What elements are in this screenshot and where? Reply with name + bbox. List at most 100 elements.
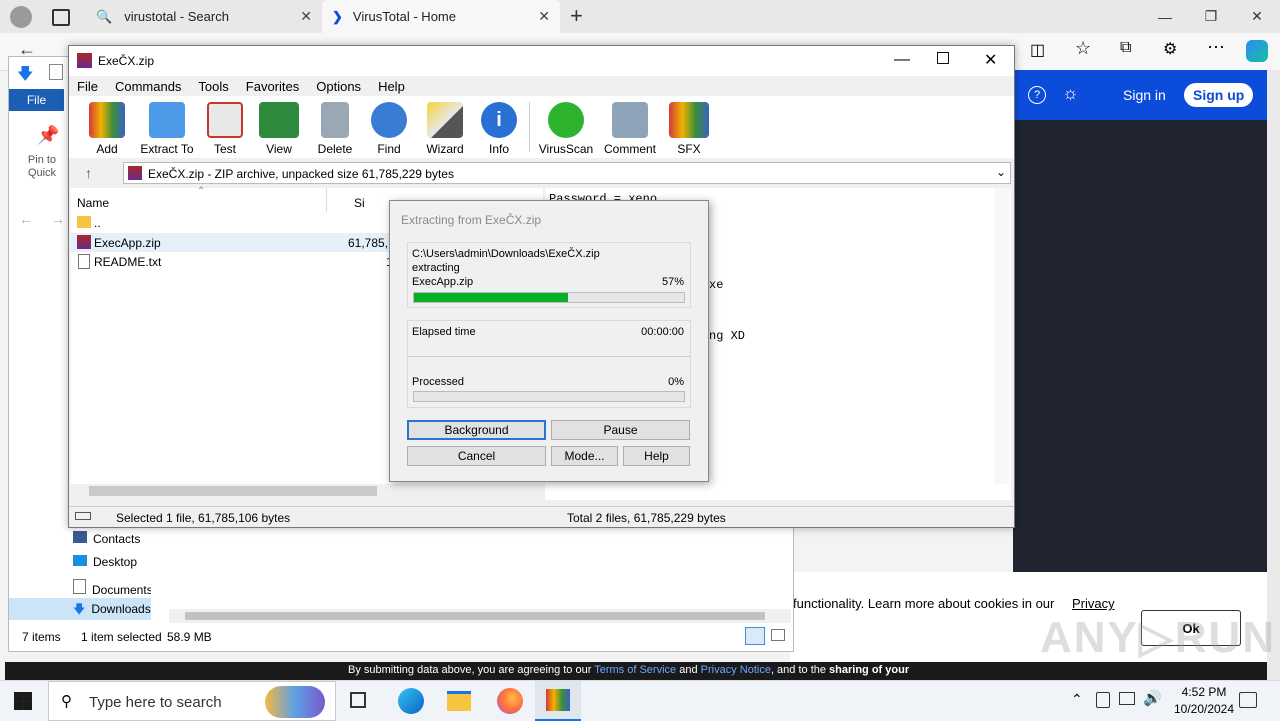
terms-link[interactable]: Terms of Service [594, 664, 676, 676]
properties-icon[interactable] [49, 64, 63, 80]
tool-label: Extract To [140, 142, 194, 156]
clock-time[interactable]: 4:52 PM [1174, 685, 1234, 699]
nav-item-downloads[interactable]: 🡇 Downloads [9, 598, 151, 620]
windows-start-icon[interactable] [14, 692, 32, 710]
desktop-icon [73, 555, 87, 566]
tab-actions-icon[interactable] [52, 9, 70, 26]
background-button[interactable]: Background [407, 420, 546, 440]
sign-up-button[interactable]: Sign up [1184, 83, 1254, 107]
close-icon[interactable]: ✕ [1234, 0, 1280, 33]
pin-label[interactable]: Pin to Quick access [13, 154, 71, 182]
vertical-scrollbar[interactable] [995, 188, 1009, 484]
security-icon[interactable] [1096, 692, 1110, 708]
minimize-icon[interactable]: — [1142, 0, 1188, 33]
forward-icon[interactable]: → [51, 211, 65, 227]
scroll-thumb[interactable] [185, 612, 765, 620]
path-box[interactable]: ExeČX.zip - ZIP archive, unpacked size 6… [123, 162, 1011, 184]
privacy-link[interactable]: Privacy [1072, 596, 1115, 611]
column-name[interactable]: Name [77, 196, 109, 210]
nav-item-contacts[interactable]: Contacts [73, 531, 140, 546]
details-view-icon[interactable] [745, 627, 765, 645]
firefox-icon[interactable] [497, 688, 523, 714]
elapsed-value: 00:00:00 [641, 326, 684, 338]
help-button[interactable]: Help [623, 446, 690, 466]
nav-item-documents[interactable]: Documents [73, 579, 151, 597]
split-screen-icon[interactable]: ◫ [1030, 40, 1045, 60]
up-folder-icon[interactable]: ↑ [85, 165, 92, 181]
maximize-icon[interactable] [937, 52, 949, 64]
horizontal-scrollbar[interactable] [169, 609, 791, 623]
button-label: Help [644, 449, 669, 463]
minimize-icon[interactable]: — [894, 51, 910, 69]
file-tab[interactable]: File [9, 89, 64, 111]
help-icon[interactable]: ? [1028, 86, 1046, 104]
back-icon[interactable]: ← [19, 211, 33, 227]
menu-favorites[interactable]: Favorites [246, 79, 299, 94]
new-tab-button[interactable]: + [570, 3, 583, 29]
close-tab-icon[interactable]: ✕ [300, 8, 312, 25]
menu-tools[interactable]: Tools [198, 79, 228, 94]
scroll-thumb[interactable] [89, 486, 377, 496]
tab-virustotal-home[interactable]: ❯ VirusTotal - Home ✕ [322, 0, 560, 33]
column-size[interactable]: Si [354, 196, 365, 210]
add-button[interactable]: Add [77, 102, 137, 156]
theme-icon[interactable]: ☼ [1062, 83, 1079, 104]
menu-options[interactable]: Options [316, 79, 361, 94]
winrar-taskbar-button[interactable] [535, 681, 581, 721]
search-placeholder: Type here to search [89, 694, 222, 711]
tiles-view-icon[interactable] [771, 629, 785, 641]
processed-percent: 0% [668, 376, 684, 388]
notifications-icon[interactable] [1239, 692, 1257, 708]
file-explorer-icon[interactable] [447, 691, 471, 711]
clock-date[interactable]: 10/20/2024 [1164, 702, 1244, 716]
download-icon[interactable]: 🡇 [17, 63, 33, 90]
scrollbar[interactable] [1267, 70, 1280, 680]
task-view-icon[interactable] [350, 692, 366, 708]
menu-commands[interactable]: Commands [115, 79, 181, 94]
network-icon[interactable] [1119, 692, 1135, 705]
extensions-icon[interactable]: ⚙ [1163, 39, 1177, 59]
restore-icon[interactable]: ❐ [1188, 0, 1234, 33]
menu-file[interactable]: File [77, 79, 98, 94]
more-icon[interactable]: ⋯ [1207, 37, 1225, 58]
archive-icon [128, 166, 142, 180]
nav-item-desktop[interactable]: Desktop [73, 555, 137, 569]
copilot-icon[interactable] [1246, 40, 1268, 62]
toolbar-separator [529, 102, 530, 152]
downloads-icon: 🡇 [73, 602, 86, 616]
file-progress-bar [413, 292, 685, 303]
menu-help[interactable]: Help [378, 79, 405, 94]
taskbar-search[interactable]: ⚲ Type here to search [48, 681, 336, 721]
privacy-notice-link[interactable]: Privacy Notice [701, 664, 771, 676]
mode-button[interactable]: Mode... [551, 446, 618, 466]
test-button[interactable]: Test [195, 102, 255, 156]
documents-icon [73, 579, 86, 594]
collections-icon[interactable]: ⧉ [1120, 39, 1131, 57]
extract-progress-dialog: Extracting from ExeČX.zip C:\Users\admin… [389, 200, 709, 482]
pin-icon[interactable]: 📌 [37, 125, 59, 146]
volume-icon[interactable]: 🔊 [1143, 689, 1162, 707]
close-tab-icon[interactable]: ✕ [538, 8, 550, 25]
chevron-down-icon[interactable]: ⌄ [996, 165, 1006, 179]
find-button[interactable]: Find [359, 102, 419, 156]
close-icon[interactable]: ✕ [984, 50, 997, 70]
delete-button[interactable]: Delete [305, 102, 365, 156]
edge-icon[interactable] [398, 688, 424, 714]
extract-to-button[interactable]: Extract To [137, 102, 197, 156]
profile-icon[interactable] [10, 6, 32, 28]
sign-in-link[interactable]: Sign in [1123, 87, 1166, 103]
pause-button[interactable]: Pause [551, 420, 690, 440]
info-button[interactable]: i Info [469, 102, 529, 156]
horizontal-scrollbar[interactable] [71, 484, 543, 498]
virusscan-button[interactable]: VirusScan [535, 102, 597, 156]
status-items: 7 items [22, 630, 61, 644]
chevron-up-icon[interactable]: ⌃ [1071, 691, 1083, 708]
nav-label: Contacts [93, 532, 141, 546]
favorites-icon[interactable]: ☆ [1075, 38, 1091, 59]
wizard-button[interactable]: Wizard [415, 102, 475, 156]
tab-virustotal-search[interactable]: 🔍 virustotal - Search ✕ [86, 0, 322, 33]
sfx-button[interactable]: SFX [659, 102, 719, 156]
comment-button[interactable]: Comment [599, 102, 661, 156]
view-button[interactable]: View [249, 102, 309, 156]
cancel-button[interactable]: Cancel [407, 446, 546, 466]
